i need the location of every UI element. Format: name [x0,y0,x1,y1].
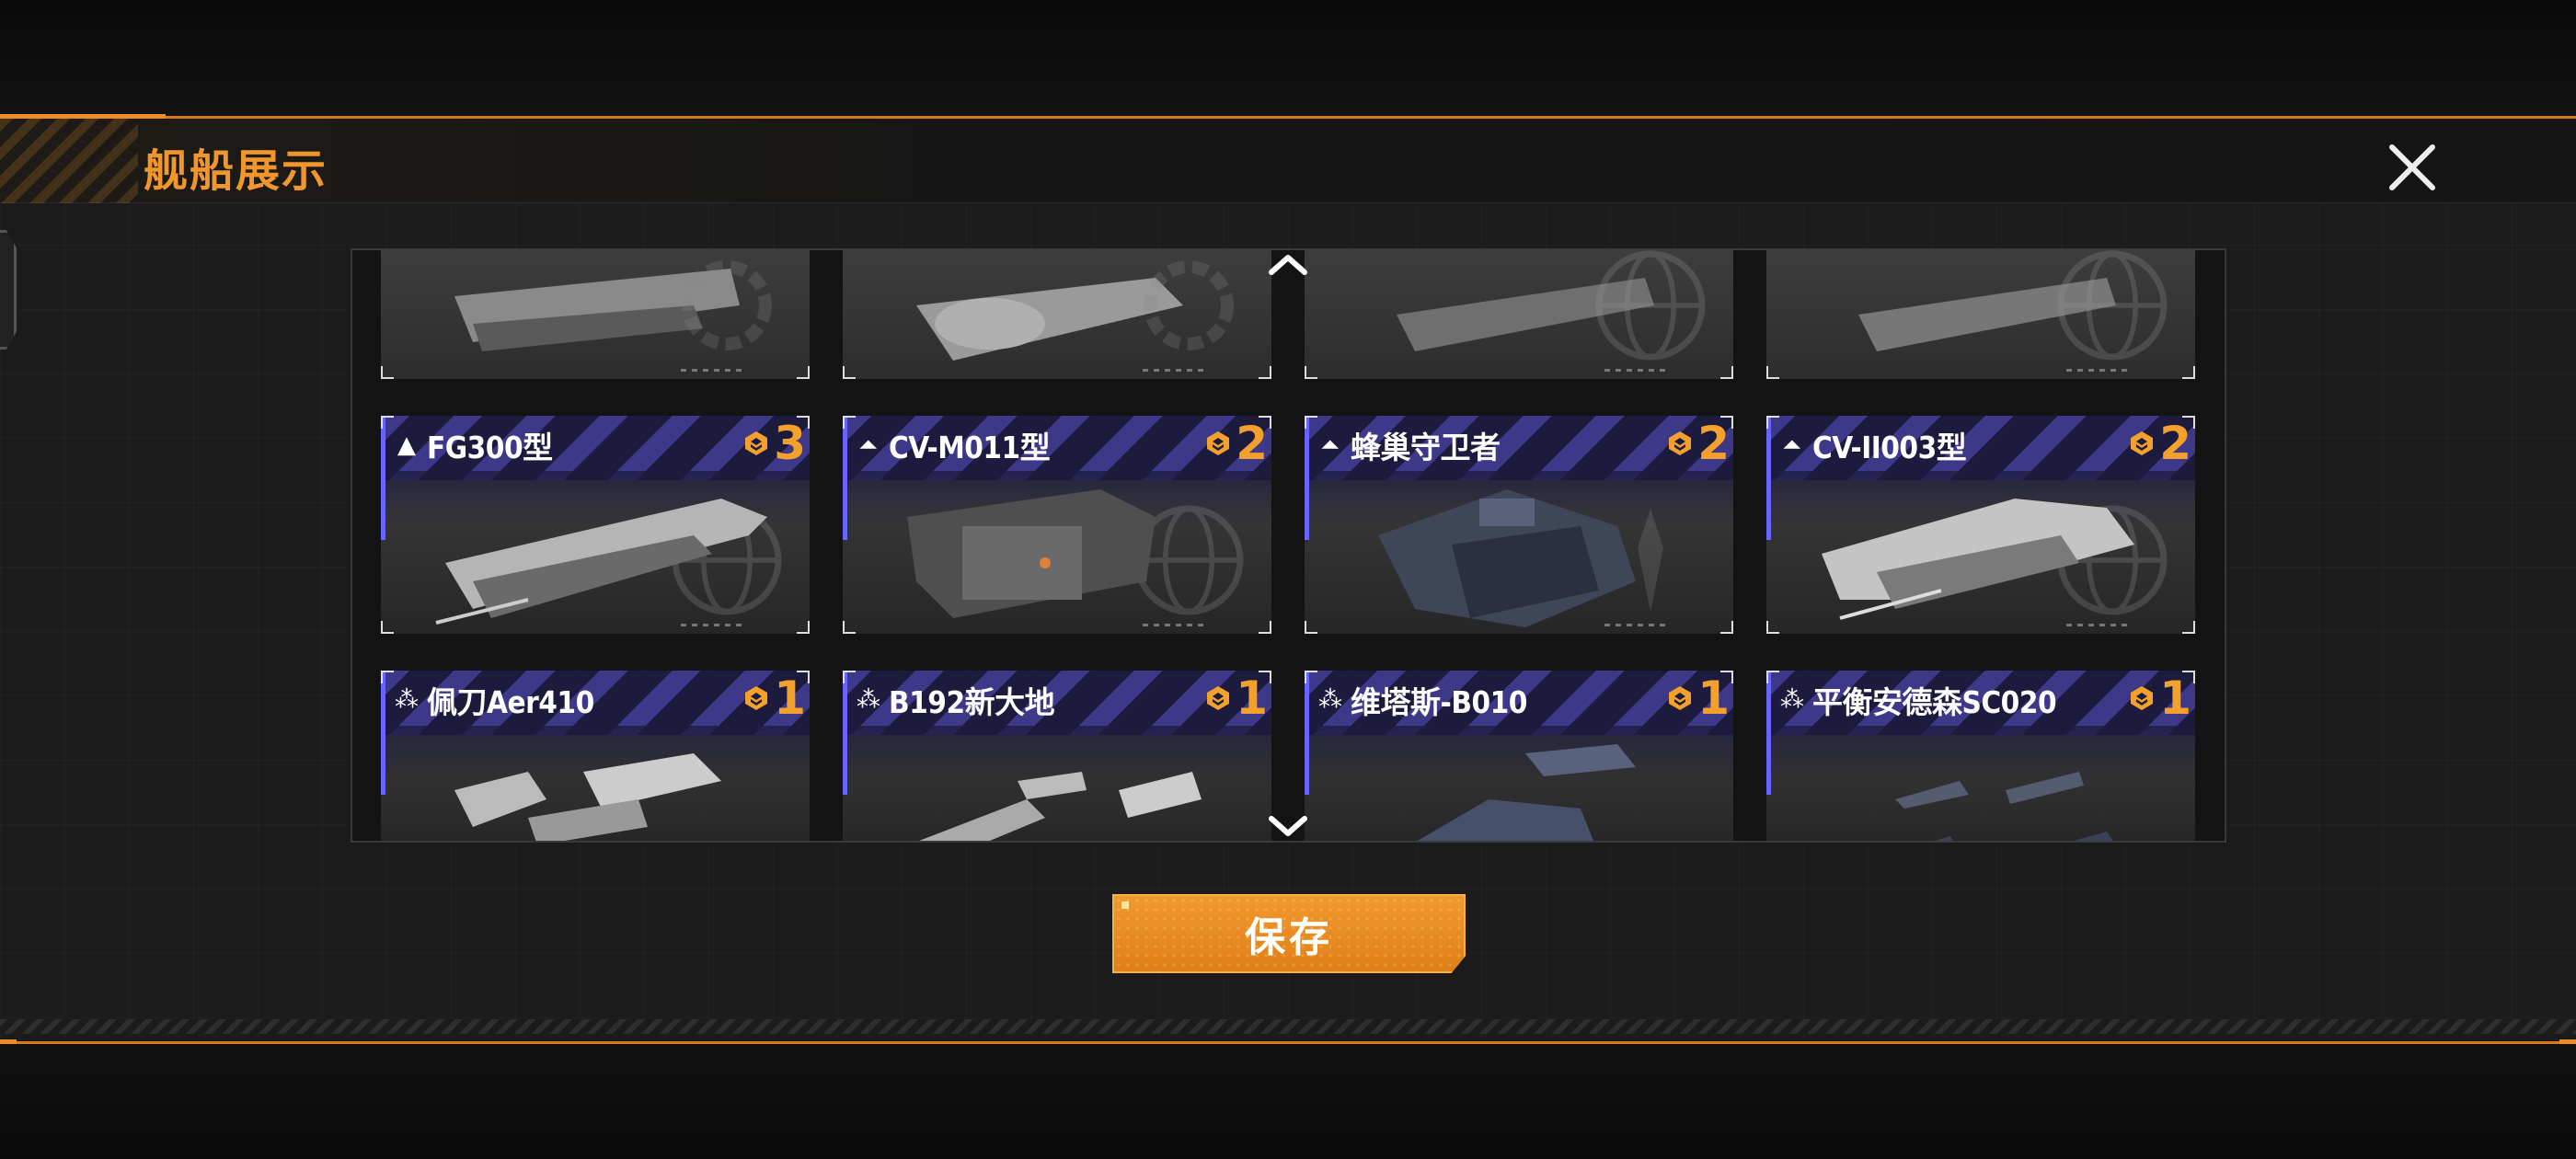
hexagon-token-icon [1207,686,1230,710]
ship-card-fg300[interactable]: ▲ FG300型 3 [381,416,810,634]
ship-cost: 3 [742,418,806,469]
ship-image [1895,772,2113,841]
close-button[interactable] [2383,138,2442,197]
ship-name: 蜂巢守卫者 [1351,430,1501,465]
ship-card-partial-1[interactable] [381,250,810,379]
ship-cost: 1 [2128,672,2191,724]
hexagon-token-icon [745,686,768,710]
ship-cost: 1 [742,672,806,724]
hexagon-token-icon [1207,431,1230,455]
ship-cost: 2 [1204,418,1268,469]
header-stripes [0,119,138,203]
ship-name: FG300型 [427,430,553,465]
ship-name: CV-II003型 [1812,430,1967,465]
ship-card-hive-guardian[interactable]: ⏶ 蜂巢守卫者 2 [1305,416,1733,634]
ship-name: 平衡安德森SC020 [1812,684,2057,720]
ship-image [907,489,1156,618]
card-dots [1604,369,1669,372]
card-dots [681,624,745,626]
ship-card-partial-4[interactable] [1766,250,2195,379]
ship-card-cv-m011[interactable]: ⏶ CV-M011型 2 [843,416,1271,634]
card-dots [2066,369,2131,372]
save-button-label: 保存 [1245,914,1333,961]
ship-image [1378,489,1636,627]
ship-name: 维塔斯-B010 [1351,684,1527,720]
side-tab[interactable] [0,230,17,350]
card-dots [2066,624,2131,626]
ship-class-icon: ▲ [397,431,416,459]
ship-class-icon: ⏶ [1320,430,1340,459]
ship-image [1822,499,2134,620]
ship-class-icon: ⁂ [1780,686,1804,714]
ship-card-vitas-b010[interactable]: ⁂ 维塔斯-B010 1 [1305,671,1733,841]
card-dots [1604,624,1669,626]
chevron-down-icon [1269,816,1307,836]
scroll-up-button[interactable] [1264,250,1312,278]
top-background [0,0,2576,116]
ship-class-icon: ⏶ [1782,430,1802,459]
ship-card-balance-anderson-sc020[interactable]: ⁂ 平衡安德森SC020 1 [1766,671,2195,841]
globe-emblem-icon [2057,250,2168,361]
ship-card-partial-2[interactable] [843,250,1271,379]
hexagon-token-icon [745,431,768,455]
ship-image [454,753,721,841]
hexagon-token-icon [2131,431,2154,455]
card-dots [1143,369,1207,372]
ship-card-b192[interactable]: ⁂ B192新大地 1 [843,671,1271,841]
gear-emblem-icon [1144,260,1234,350]
hexagon-token-icon [2131,686,2154,710]
card-dots [1143,624,1207,626]
ship-card-partial-3[interactable] [1305,250,1733,379]
hexagon-token-icon [1669,431,1692,455]
ship-cost: 1 [1204,672,1268,724]
ship-name: 佩刀Aer410 [427,684,594,720]
ship-image [919,772,1202,841]
ship-image [435,499,767,625]
ship-name: B192新大地 [889,684,1055,720]
ship-card-cv-ii003[interactable]: ⏶ CV-II003型 2 [1766,416,2195,634]
chevron-up-icon [1269,255,1307,275]
page-title: 舰船展示 [144,145,328,197]
ship-image [1417,744,1636,841]
save-button[interactable]: 保存 [1112,894,1466,973]
ship-grid: ▲ FG300型 3 ⏶ CV-M011型 2 ⏶ 蜂巢守卫者 2 ⏶ CV-I… [351,248,2226,843]
header-bar [0,119,2576,203]
ship-cost: 2 [2128,418,2191,469]
ship-cost: 1 [1666,672,1730,724]
ship-class-icon: ⁂ [1318,686,1342,714]
gear-emblem-icon [682,260,772,350]
close-icon [2389,144,2435,190]
scroll-down-button[interactable] [1264,813,1312,841]
hexagon-token-icon [1669,686,1692,710]
bottom-stripes [0,1019,2576,1034]
ship-class-icon: ⁂ [395,686,419,714]
globe-emblem-icon [1595,250,1706,361]
ship-class-icon: ⁂ [857,686,880,714]
ship-class-icon: ⏶ [858,430,879,459]
ship-name: CV-M011型 [889,430,1051,465]
card-dots [681,369,745,372]
ship-card-sabre-aer410[interactable]: ⁂ 佩刀Aer410 1 [381,671,810,841]
ship-cost: 2 [1666,418,1730,469]
bottom-background [0,1044,2576,1159]
